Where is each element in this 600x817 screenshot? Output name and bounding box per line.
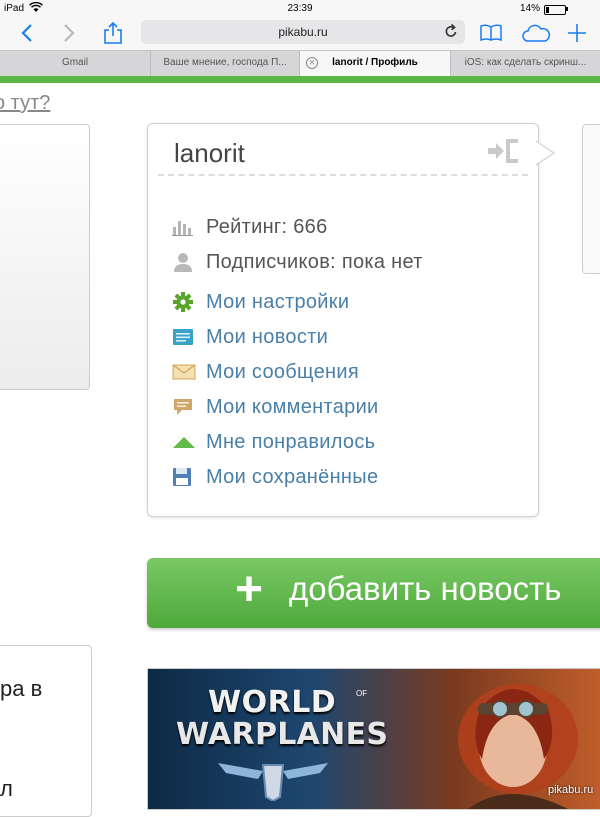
- link-my-settings[interactable]: Мои настройки: [172, 287, 349, 317]
- subscribers-text: Подписчиков: пока нет: [206, 250, 423, 273]
- address-bar[interactable]: pikabu.ru: [141, 20, 465, 44]
- floppy-icon: [172, 465, 200, 489]
- tab-label: lanorit / Профиль: [332, 57, 418, 68]
- user-icon: [172, 250, 200, 274]
- browser-toolbar: pikabu.ru: [0, 18, 600, 50]
- link-label[interactable]: Мне понравилось: [206, 431, 375, 454]
- left-sidebar-box: [0, 124, 90, 390]
- tab-label: iOS: как сделать скринш...: [464, 57, 587, 68]
- tab-opinion[interactable]: Ваше мнение, господа П...: [151, 51, 300, 77]
- battery-tip: [566, 7, 568, 11]
- link-label[interactable]: Мои комментарии: [206, 396, 379, 419]
- link-label[interactable]: Мои сохранённые: [206, 466, 378, 489]
- forward-icon[interactable]: [56, 18, 82, 48]
- back-icon[interactable]: [14, 18, 40, 48]
- tab-profile[interactable]: ✕ lanorit / Профиль: [300, 51, 451, 77]
- close-tab-icon[interactable]: ✕: [306, 57, 318, 69]
- bookmarks-icon[interactable]: [478, 18, 504, 48]
- upvote-icon: [172, 430, 200, 454]
- link-label[interactable]: Мои сообщения: [206, 361, 359, 384]
- news-icon: [172, 325, 200, 349]
- battery-level-fill: [546, 7, 549, 13]
- icloud-tabs-icon[interactable]: [520, 18, 552, 48]
- link-liked[interactable]: Мне понравилось: [172, 427, 375, 457]
- rating-text: Рейтинг: 666: [206, 215, 328, 238]
- tab-bar: Gmail Ваше мнение, господа П... ✕ lanori…: [0, 50, 600, 77]
- add-news-button[interactable]: + добавить новость: [147, 558, 600, 628]
- left-text-fragment: ра в: [0, 676, 43, 701]
- link-saved[interactable]: Мои сохранённые: [172, 462, 378, 492]
- link-label[interactable]: Мои настройки: [206, 291, 349, 314]
- clock: 23:39: [287, 3, 313, 14]
- watermark: pikabu.ru: [548, 784, 594, 796]
- battery-percent: 14%: [520, 3, 541, 14]
- ad-title-of: OF: [356, 689, 368, 698]
- wings-emblem-icon: [218, 757, 328, 806]
- tab-label: Ваше мнение, господа П...: [163, 57, 287, 68]
- share-icon[interactable]: [100, 18, 126, 48]
- new-tab-icon[interactable]: [564, 18, 590, 48]
- subscribers-row: Подписчиков: пока нет: [172, 247, 423, 277]
- status-bar: iPad 23:39 14%: [0, 0, 600, 18]
- gear-icon: [172, 290, 200, 314]
- tab-label: Gmail: [61, 57, 89, 68]
- left-content-box: [0, 645, 92, 817]
- divider: [158, 174, 528, 176]
- reload-icon[interactable]: [444, 23, 458, 44]
- site-header-bar: [0, 76, 600, 83]
- tab-gmail[interactable]: Gmail: [0, 51, 151, 77]
- logout-icon[interactable]: [486, 136, 522, 171]
- ad-title-world: WORLD: [208, 685, 337, 720]
- card-pointer: [535, 140, 557, 171]
- comment-icon: [172, 395, 200, 419]
- link-my-messages[interactable]: Мои сообщения: [172, 357, 359, 387]
- left-text-fragment: л: [0, 776, 13, 801]
- chart-icon: [172, 215, 200, 239]
- url-text[interactable]: pikabu.ru: [141, 25, 465, 39]
- battery-icon: [544, 5, 566, 15]
- tab-ios[interactable]: iOS: как сделать скринш...: [451, 51, 600, 77]
- rating-row: Рейтинг: 666: [172, 212, 328, 242]
- ad-banner[interactable]: WORLD OF WARPLANES: [147, 668, 600, 810]
- link-label[interactable]: Мои новости: [206, 326, 328, 349]
- link-my-news[interactable]: Мои новости: [172, 322, 328, 352]
- help-link[interactable]: о тут?: [0, 92, 50, 115]
- right-sidebar-box: [582, 124, 600, 274]
- ad-title-warplanes: WARPLANES: [176, 717, 389, 752]
- profile-card: lanorit Рейтинг: 666 Подписчиков: пока н…: [147, 123, 539, 517]
- add-news-label: добавить новость: [289, 570, 562, 607]
- envelope-icon: [172, 360, 200, 384]
- link-my-comments[interactable]: Мои комментарии: [172, 392, 379, 422]
- plus-icon: +: [235, 563, 264, 616]
- username[interactable]: lanorit: [174, 138, 245, 169]
